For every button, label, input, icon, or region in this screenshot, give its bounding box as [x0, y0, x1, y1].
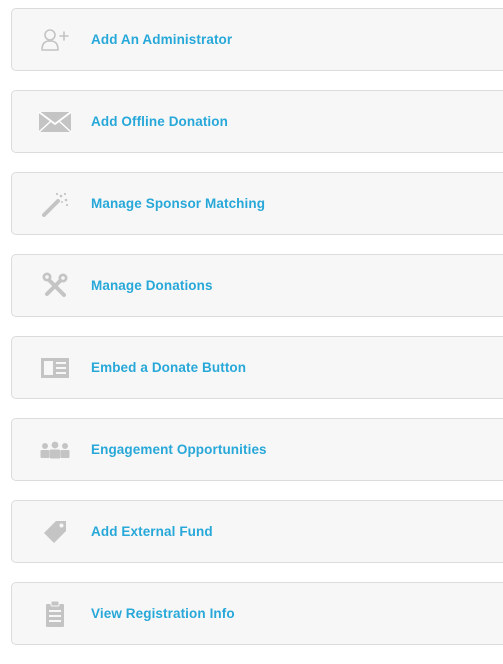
- manage-donations-label: Manage Donations: [91, 278, 213, 293]
- add-offline-donation-label: Add Offline Donation: [91, 114, 228, 129]
- embed-donate-button-button[interactable]: Embed a Donate Button: [11, 336, 503, 399]
- add-user-icon: [37, 26, 73, 54]
- engagement-opportunities-button[interactable]: Engagement Opportunities: [11, 418, 503, 481]
- tag-icon: [37, 518, 73, 546]
- add-offline-donation-button[interactable]: Add Offline Donation: [11, 90, 503, 153]
- manage-sponsor-matching-label: Manage Sponsor Matching: [91, 196, 266, 211]
- add-administrator-button[interactable]: Add An Administrator: [11, 8, 503, 71]
- manage-sponsor-matching-button[interactable]: Manage Sponsor Matching: [11, 172, 503, 235]
- envelope-icon: [37, 108, 73, 136]
- add-administrator-label: Add An Administrator: [91, 32, 233, 47]
- view-registration-info-label: View Registration Info: [91, 606, 235, 621]
- action-list: Add An Administrator Add Offline Donatio…: [11, 8, 503, 664]
- embed-icon: [37, 354, 73, 382]
- add-external-fund-button[interactable]: Add External Fund: [11, 500, 503, 563]
- clipboard-icon: [37, 600, 73, 628]
- magic-wand-icon: [37, 190, 73, 218]
- view-registration-info-button[interactable]: View Registration Info: [11, 582, 503, 645]
- group-icon: [37, 436, 73, 464]
- manage-donations-button[interactable]: Manage Donations: [11, 254, 503, 317]
- embed-donate-button-label: Embed a Donate Button: [91, 360, 247, 375]
- engagement-opportunities-label: Engagement Opportunities: [91, 442, 267, 457]
- tools-icon: [37, 272, 73, 300]
- add-external-fund-label: Add External Fund: [91, 524, 213, 539]
